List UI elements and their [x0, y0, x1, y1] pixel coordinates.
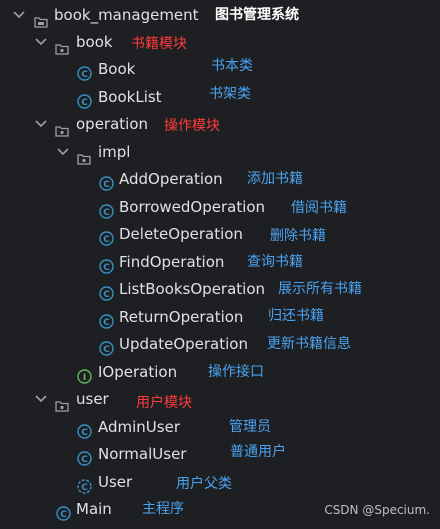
- annotation: 更新书籍信息: [267, 336, 351, 352]
- svg-text:C: C: [103, 318, 110, 328]
- chevron-down-icon[interactable]: [32, 111, 50, 138]
- folder-icon: [34, 9, 48, 28]
- node-label: NormalUser: [98, 445, 187, 463]
- tree-node-update-operation[interactable]: C UpdateOperation 更新书籍信息: [0, 331, 440, 358]
- annotation: 借阅书籍: [291, 200, 347, 216]
- class-icon: C: [99, 172, 114, 191]
- annotation: 主程序: [142, 501, 184, 517]
- class-icon: C: [77, 62, 92, 81]
- node-label: FindOperation: [119, 253, 225, 271]
- tree-node-operation[interactable]: operation 操作模块: [0, 111, 440, 138]
- node-label: Book: [98, 60, 136, 78]
- annotation: 用户模块: [136, 395, 192, 411]
- annotation: 查询书籍: [247, 254, 303, 270]
- node-label: DeleteOperation: [119, 225, 243, 243]
- tree-node-find-operation[interactable]: C FindOperation 查询书籍: [0, 249, 440, 276]
- annotation: 普通用户: [230, 444, 286, 460]
- svg-text:C: C: [81, 428, 88, 438]
- node-label: Main: [76, 500, 112, 518]
- tree-node-ioperation[interactable]: I IOperation 操作接口: [0, 359, 440, 386]
- node-label: operation: [76, 115, 149, 133]
- tree-node-booklist-class[interactable]: C BookList 书架类: [0, 84, 440, 111]
- class-icon: C: [99, 310, 114, 329]
- class-icon: C: [77, 420, 92, 439]
- tree-node-adminuser[interactable]: C AdminUser 管理员: [0, 414, 440, 441]
- tree-node-user[interactable]: user 用户模块: [0, 386, 440, 413]
- svg-text:I: I: [83, 373, 86, 383]
- svg-text:C: C: [103, 180, 110, 190]
- class-icon: C: [99, 200, 114, 219]
- package-icon: [55, 118, 69, 137]
- tree-node-listbooks-operation[interactable]: C ListBooksOperation 展示所有书籍: [0, 276, 440, 303]
- node-label: AdminUser: [98, 418, 180, 436]
- tree-node-impl[interactable]: impl: [0, 139, 440, 166]
- tree-node-user-class[interactable]: C User 用户父类: [0, 469, 440, 496]
- class-icon: C: [99, 282, 114, 301]
- annotation: 书本类: [211, 58, 253, 74]
- chevron-down-icon[interactable]: [32, 386, 50, 413]
- svg-text:C: C: [81, 455, 88, 465]
- svg-text:C: C: [60, 510, 67, 520]
- annotation: 图书管理系统: [215, 7, 299, 23]
- node-label: UpdateOperation: [119, 335, 248, 353]
- class-icon: C: [77, 90, 92, 109]
- tree-node-book[interactable]: book 书籍模块: [0, 29, 440, 56]
- package-icon: [55, 36, 69, 55]
- node-label: BookList: [98, 88, 162, 106]
- node-label: ListBooksOperation: [119, 280, 266, 298]
- chevron-down-icon[interactable]: [54, 139, 72, 166]
- abstract-class-icon: C: [77, 475, 92, 494]
- node-label: user: [76, 390, 109, 408]
- tree-node-borrowed-operation[interactable]: C BorrowedOperation 借阅书籍: [0, 194, 440, 221]
- svg-text:C: C: [81, 70, 88, 80]
- node-label: book: [76, 33, 113, 51]
- tree-node-book-management[interactable]: book_management 图书管理系统: [0, 2, 440, 29]
- node-label: impl: [98, 143, 131, 161]
- annotation: 管理员: [229, 419, 271, 435]
- node-label: BorrowedOperation: [119, 198, 266, 216]
- node-label: book_management: [54, 6, 199, 24]
- package-icon: [77, 146, 91, 165]
- annotation: 操作模块: [164, 118, 220, 134]
- annotation: 用户父类: [176, 476, 232, 492]
- annotation: 操作接口: [208, 364, 264, 380]
- svg-text:C: C: [103, 263, 110, 273]
- watermark: CSDN @Specium.: [324, 503, 430, 517]
- tree-node-normaluser[interactable]: C NormalUser 普通用户: [0, 441, 440, 468]
- svg-text:C: C: [103, 345, 110, 355]
- chevron-down-icon[interactable]: [32, 29, 50, 56]
- node-label: AddOperation: [119, 170, 223, 188]
- chevron-down-icon[interactable]: [10, 2, 28, 29]
- annotation: 书架类: [209, 86, 251, 102]
- node-label: IOperation: [98, 363, 178, 381]
- class-icon: C: [99, 227, 114, 246]
- svg-text:C: C: [81, 483, 88, 493]
- tree-node-add-operation[interactable]: C AddOperation 添加书籍: [0, 166, 440, 193]
- class-icon: C: [99, 255, 114, 274]
- annotation: 书籍模块: [131, 36, 187, 52]
- tree-node-delete-operation[interactable]: C DeleteOperation 删除书籍: [0, 221, 440, 248]
- class-icon: C: [77, 447, 92, 466]
- tree-node-book-class[interactable]: C Book 书本类: [0, 56, 440, 83]
- class-icon: C: [99, 337, 114, 356]
- svg-text:C: C: [103, 290, 110, 300]
- annotation: 归还书籍: [268, 308, 324, 324]
- annotation: 添加书籍: [247, 171, 303, 187]
- package-icon: [55, 393, 69, 412]
- annotation: 删除书籍: [270, 228, 326, 244]
- annotation: 展示所有书籍: [278, 281, 362, 297]
- svg-text:C: C: [81, 98, 88, 108]
- svg-text:C: C: [103, 208, 110, 218]
- node-label: User: [98, 473, 133, 491]
- interface-icon: I: [77, 365, 92, 384]
- node-label: ReturnOperation: [119, 308, 244, 326]
- tree-node-return-operation[interactable]: C ReturnOperation 归还书籍: [0, 304, 440, 331]
- svg-text:C: C: [103, 235, 110, 245]
- class-icon: C: [56, 502, 71, 521]
